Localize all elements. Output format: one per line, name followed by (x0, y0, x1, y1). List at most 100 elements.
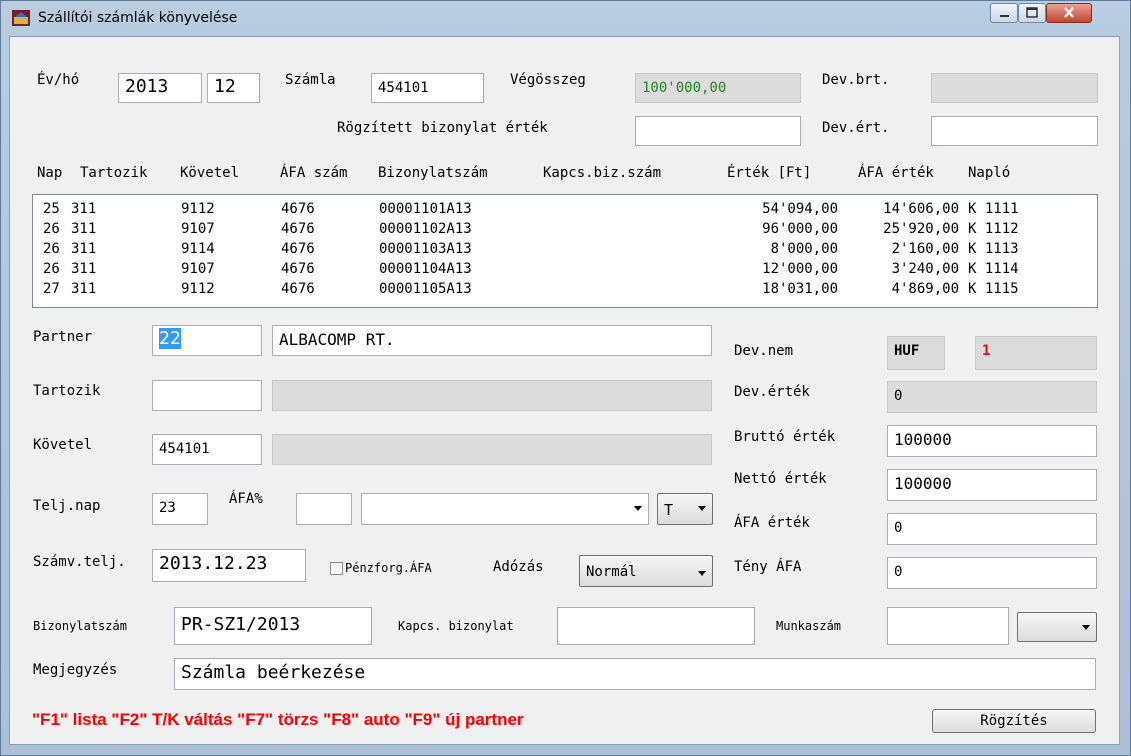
hotkey-hint: "F1" lista "F2" T/K váltás "F7" törzs "F… (32, 710, 524, 729)
table-row[interactable]: 26 311 9107 4676 00001104A13 12'000,00 3… (33, 259, 1097, 279)
szamla-field[interactable]: 454101 (371, 73, 484, 103)
partner-name-field[interactable]: ALBACOMP RT. (272, 325, 712, 356)
brutto-label: Bruttó érték (734, 429, 836, 445)
maximize-icon (1026, 7, 1038, 18)
title-bar[interactable]: Szállítói számlák könyvelése (1, 1, 1130, 35)
cell-tartozik: 311 (71, 261, 97, 277)
cell-naplo: K 1111 (968, 201, 1019, 217)
entries-list[interactable]: 25 311 9112 4676 00001101A13 54'094,00 1… (32, 194, 1098, 308)
cell-kovetel: 9107 (181, 261, 215, 277)
table-row[interactable]: 25 311 9112 4676 00001101A13 54'094,00 1… (33, 199, 1097, 219)
chevron-down-icon (1082, 625, 1090, 630)
close-button[interactable] (1046, 3, 1092, 23)
year-field[interactable]: 2013 (118, 73, 202, 103)
dev-nem-field: HUF (887, 336, 945, 370)
cell-bizonylat: 00001105A13 (379, 281, 472, 297)
cell-tartozik: 311 (71, 201, 97, 217)
cell-afa-szam: 4676 (281, 221, 315, 237)
cell-tartozik: 311 (71, 281, 97, 297)
cell-ertek: 8'000,00 (770, 241, 838, 257)
maximize-button[interactable] (1018, 3, 1046, 23)
tk-select[interactable]: T (657, 493, 713, 525)
penzforg-checkbox[interactable] (330, 562, 343, 575)
afa-select[interactable] (361, 493, 649, 525)
munkaszam-field[interactable] (887, 607, 1009, 645)
cell-afa-ertek: 25'920,00 (883, 221, 959, 237)
munkaszam-select[interactable] (1017, 612, 1097, 642)
dev-ert-field[interactable] (931, 116, 1098, 146)
bizonylatszam-label: Bizonylatszám (33, 619, 127, 633)
teny-afa-field[interactable]: 0 (887, 557, 1097, 589)
partner-code-selected: 22 (159, 328, 181, 349)
cell-bizonylat: 00001104A13 (379, 261, 472, 277)
table-row[interactable]: 27 311 9112 4676 00001105A13 18'031,00 4… (33, 279, 1097, 299)
month-field[interactable]: 12 (207, 73, 260, 103)
cell-kovetel: 9112 (181, 201, 215, 217)
megjegyzes-field[interactable]: Számla beérkezése (174, 658, 1096, 690)
megjegyzes-label: Megjegyzés (33, 662, 118, 678)
cell-nap: 26 (43, 221, 60, 237)
penzforg-label: Pénzforg.ÁFA (345, 561, 432, 575)
dev-ert-label: Dev.ért. (822, 120, 890, 136)
cell-kovetel: 9112 (181, 281, 215, 297)
chevron-down-icon (698, 506, 706, 511)
col-bizonylatszam: Bizonylatszám (378, 165, 488, 181)
afa-pct-field[interactable] (296, 493, 352, 525)
cell-ertek: 12'000,00 (762, 261, 838, 277)
tartozik-code-field[interactable] (152, 380, 262, 411)
table-row[interactable]: 26 311 9107 4676 00001102A13 96'000,00 2… (33, 219, 1097, 239)
rogzites-button[interactable]: Rögzítés (932, 709, 1096, 733)
cell-afa-ertek: 14'606,00 (883, 201, 959, 217)
brutto-field[interactable]: 100000 (887, 425, 1097, 457)
cell-bizonylat: 00001102A13 (379, 221, 472, 237)
afa-ertek-label: ÁFA érték (734, 515, 810, 531)
cell-nap: 26 (43, 241, 60, 257)
netto-field[interactable]: 100000 (887, 469, 1097, 501)
cell-afa-szam: 4676 (281, 201, 315, 217)
telj-nap-field[interactable]: 23 (152, 493, 208, 525)
cell-afa-szam: 4676 (281, 281, 315, 297)
dev-ertek-field: 0 (887, 381, 1097, 413)
col-afa-szam: ÁFA szám (280, 165, 348, 181)
afa-pct-label: ÁFA% (229, 491, 263, 507)
cell-ertek: 96'000,00 (762, 221, 838, 237)
cell-bizonylat: 00001103A13 (379, 241, 472, 257)
szamv-telj-label: Számv.telj. (33, 554, 126, 570)
cell-naplo: K 1114 (968, 261, 1019, 277)
adozas-select[interactable]: Normál (579, 555, 713, 587)
szamv-telj-field[interactable]: 2013.12.23 (152, 549, 306, 582)
adozas-select-value: Normál (586, 564, 637, 580)
afa-ertek-field[interactable]: 0 (887, 513, 1097, 545)
cell-ertek: 54'094,00 (762, 201, 838, 217)
bizonylatszam-field[interactable]: PR-SZ1/2013 (174, 607, 372, 645)
col-kovetel: Követel (180, 165, 240, 181)
dev-brt-label: Dev.brt. (822, 72, 890, 88)
cell-naplo: K 1113 (968, 241, 1019, 257)
cell-nap: 27 (43, 281, 60, 297)
vegosszeg-label: Végösszeg (510, 72, 586, 88)
minimize-button[interactable] (990, 3, 1018, 23)
chevron-down-icon (698, 571, 706, 576)
adozas-label: Adózás (493, 559, 544, 575)
partner-label: Partner (33, 329, 93, 345)
szamla-label: Számla (285, 72, 336, 88)
telj-nap-label: Telj.nap (33, 498, 101, 514)
chevron-down-icon (634, 506, 642, 511)
netto-label: Nettó érték (734, 471, 827, 487)
ev-ho-label: Év/hó (37, 72, 80, 88)
cell-afa-ertek: 2'160,00 (891, 241, 959, 257)
col-tartozik: Tartozik (80, 165, 148, 181)
dev-nem-code-field: 1 (975, 336, 1097, 370)
cell-afa-ertek: 4'869,00 (891, 281, 959, 297)
kapcs-bizonylat-field[interactable] (557, 607, 755, 645)
kovetel-label: Követel (33, 437, 93, 453)
partner-code-field[interactable]: 22 (152, 325, 262, 356)
cell-naplo: K 1115 (968, 281, 1019, 297)
table-row[interactable]: 26 311 9114 4676 00001103A13 8'000,00 2'… (33, 239, 1097, 259)
col-naplo: Napló (968, 165, 1011, 181)
rogzitett-field[interactable] (635, 116, 801, 146)
col-nap: Nap (37, 165, 63, 181)
cell-nap: 25 (43, 201, 60, 217)
col-afa-ertek: ÁFA érték (858, 165, 934, 181)
kovetel-code-field[interactable]: 454101 (152, 434, 262, 465)
